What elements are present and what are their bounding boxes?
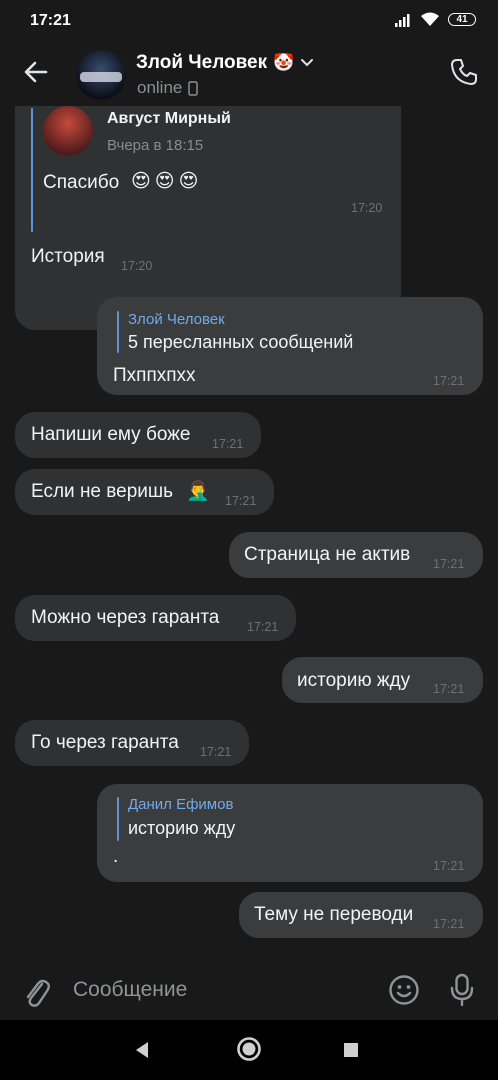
message-bubble-incoming[interactable]: Напиши ему боже 17:21 — [15, 412, 261, 458]
emoji-smile-icon[interactable] — [388, 974, 420, 1006]
message-time: 17:21 — [200, 745, 232, 759]
heart-eyes-emoji-icon: 😍😍😍 — [131, 171, 203, 192]
forward-date: Вчера в 18:15 — [107, 137, 204, 154]
message-text: . — [113, 846, 119, 867]
contact-name[interactable]: Злой Человек 🤡 — [136, 52, 314, 74]
message-time: 17:21 — [433, 859, 465, 873]
forward-author-avatar — [43, 106, 93, 156]
phone-call-icon[interactable] — [448, 56, 480, 88]
forwarded-message-text[interactable]: историю жду — [128, 818, 235, 839]
status-bar: 17:21 41 — [0, 0, 498, 40]
message-bubble-incoming[interactable]: Го через гаранта 17:21 — [15, 720, 249, 766]
message-text: Напиши ему боже — [31, 424, 191, 445]
nav-back-icon[interactable] — [133, 1040, 153, 1060]
status-time: 17:21 — [30, 12, 71, 29]
message-time: 17:20 — [121, 259, 153, 273]
message-time: 17:21 — [212, 437, 244, 451]
message-text: Спасибо — [43, 172, 120, 193]
nav-recents-icon[interactable] — [343, 1042, 359, 1058]
message-composer: Сообщение — [0, 964, 498, 1020]
microphone-icon[interactable] — [448, 972, 476, 1008]
message-time: 17:21 — [433, 682, 465, 696]
message-text: историю жду — [297, 670, 411, 691]
message-bubble-incoming[interactable]: Если не веришь 🤦‍♂️ 17:21 — [15, 469, 274, 515]
message-input[interactable]: Сообщение — [73, 978, 187, 1002]
nav-home-icon[interactable] — [236, 1036, 262, 1062]
message-bubble-incoming[interactable]: Можно через гаранта 17:21 — [15, 595, 296, 641]
back-arrow-icon[interactable] — [20, 56, 52, 88]
message-text: История — [31, 246, 105, 267]
message-list[interactable]: Август Мирный Вчера в 18:15 Спасибо 😍😍😍 … — [0, 106, 498, 964]
message-bubble-outgoing[interactable]: Злой Человек 5 пересланных сообщений Пхп… — [97, 297, 483, 395]
system-navigation-bar — [0, 1020, 498, 1080]
signal-icon — [395, 13, 410, 27]
forward-quote-bar — [117, 797, 119, 841]
message-text: Пхппхпхх — [113, 365, 196, 386]
forward-quote-bar — [117, 311, 119, 353]
message-bubble-outgoing[interactable]: историю жду 17:21 — [282, 657, 483, 703]
message-time: 17:21 — [225, 494, 257, 508]
message-bubble-outgoing[interactable]: Страница не актив 17:21 — [229, 532, 483, 578]
message-text: Страница не актив — [244, 544, 411, 565]
online-status: online — [137, 78, 199, 98]
message-text: Если не веришь — [31, 481, 174, 502]
wifi-icon — [421, 12, 439, 26]
mobile-phone-icon — [188, 80, 199, 96]
forward-author-name[interactable]: Август Мирный — [107, 110, 231, 128]
message-text: Можно через гаранта — [31, 607, 220, 628]
message-text: Тему не переводи — [254, 904, 414, 925]
avatar[interactable] — [76, 50, 126, 100]
message-bubble-outgoing[interactable]: Тему не переводи 17:21 — [239, 892, 483, 938]
forward-quote-bar — [31, 108, 33, 232]
message-time: 17:21 — [433, 374, 465, 388]
message-time: 17:21 — [433, 917, 465, 931]
battery-indicator: 41 — [448, 13, 476, 26]
chevron-down-icon[interactable] — [300, 58, 314, 68]
message-time: 17:21 — [433, 557, 465, 571]
message-time: 17:20 — [351, 201, 383, 215]
forwarded-count-text[interactable]: 5 пересланных сообщений — [128, 332, 353, 353]
forward-author-name[interactable]: Злой Человек — [128, 311, 225, 328]
forward-author-name[interactable]: Данил Ефимов — [128, 796, 233, 813]
message-bubble-incoming[interactable]: История 17:20 — [15, 234, 170, 280]
chat-header: Злой Человек 🤡 online — [0, 40, 498, 106]
facepalm-emoji-icon: 🤦‍♂️ — [186, 481, 210, 502]
attach-paperclip-icon[interactable] — [20, 974, 52, 1010]
message-text: Го через гаранта — [31, 732, 179, 753]
message-bubble-outgoing[interactable]: Данил Ефимов историю жду . 17:21 — [97, 784, 483, 882]
message-time: 17:21 — [247, 620, 279, 634]
clown-emoji-icon: 🤡 — [273, 53, 295, 72]
